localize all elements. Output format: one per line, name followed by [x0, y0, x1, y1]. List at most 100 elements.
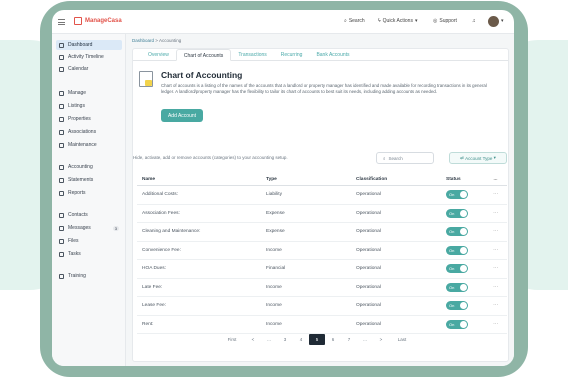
status-cell: On [446, 264, 484, 274]
sidebar-item-label: Training [68, 273, 86, 279]
sidebar-item-tasks[interactable]: Tasks [56, 249, 122, 259]
tab-chart-of-accounts[interactable]: Chart of Accounts [175, 49, 232, 61]
more-options-icon[interactable]: ⋯ [484, 248, 507, 253]
account-name: Lease Fee: [142, 303, 167, 309]
sidebar-item-maintenance[interactable]: Maintenance [56, 140, 122, 150]
sidebar-item-files[interactable]: Files [56, 236, 122, 246]
more-options-icon[interactable]: ⋯ [484, 303, 507, 308]
sidebar-item-contacts[interactable]: Contacts [56, 210, 122, 220]
pagination-item[interactable]: 7 [341, 334, 357, 345]
status-toggle[interactable]: On [446, 245, 468, 255]
column-header-type[interactable]: Type [266, 177, 356, 182]
more-options-icon[interactable]: ⋯ [484, 192, 507, 197]
grid-icon [59, 42, 64, 48]
pagination-item[interactable]: 6 [325, 334, 341, 345]
status-toggle[interactable]: On [446, 301, 468, 311]
sidebar-item-messages[interactable]: Messages 3 [56, 223, 122, 233]
account-classification: Operational [356, 303, 381, 309]
more-options-icon[interactable]: ⋯ [484, 285, 507, 290]
sidebar-item-calendar[interactable]: Calendar [56, 64, 122, 74]
sidebar-item-label: Files [68, 238, 79, 244]
account-type: Financial [266, 266, 286, 272]
sidebar-item-manage[interactable]: Manage [56, 88, 122, 98]
status-cell: On [446, 227, 484, 237]
sidebar-item-properties[interactable]: Properties [56, 114, 122, 124]
sidebar-item-label: Contacts [68, 212, 88, 218]
status-cell: On [446, 245, 484, 255]
bar-chart-icon [59, 190, 64, 196]
account-type-filter[interactable]: ⇌ Account Type ▾ [449, 152, 507, 164]
statement-icon [59, 177, 64, 183]
pagination-last[interactable]: Last [389, 334, 415, 345]
support-icon: ◎ [433, 18, 438, 24]
app-logo[interactable]: ManageCasa [74, 17, 122, 25]
table-row: Rent: Income Operational On ⋯ [137, 316, 507, 334]
toggle-label: On [449, 192, 455, 198]
more-options-icon[interactable]: ⋯ [484, 322, 507, 327]
tab-bank-accounts[interactable]: Bank Accounts [309, 49, 356, 61]
pagination-item[interactable]: > [373, 334, 389, 345]
menu-icon[interactable] [58, 19, 65, 25]
main-content: Dashboard > Accounting Overview Chart of… [126, 34, 514, 366]
pagination-item[interactable]: 3 [277, 334, 293, 345]
sidebar-item-label: Activity Timeline [68, 54, 104, 60]
sidebar-item-label: Reports [68, 190, 86, 196]
column-header-name[interactable]: Name [137, 177, 266, 182]
account-name: HOA Dues: [142, 266, 166, 272]
more-options-icon[interactable]: ⋯ [484, 266, 507, 271]
tab-overview[interactable]: Overview [141, 49, 176, 61]
table-row: HOA Dues: Financial Operational On ⋯ [137, 260, 507, 279]
pagination-first[interactable]: First [219, 334, 245, 345]
search-button[interactable]: ⌕ Search [344, 18, 365, 24]
sidebar-item-reports[interactable]: Reports [56, 188, 122, 198]
sidebar-item-label: Messages [68, 225, 91, 231]
breadcrumb-root[interactable]: Dashboard [132, 38, 154, 43]
status-toggle[interactable]: On [446, 227, 468, 237]
status-toggle[interactable]: On [446, 208, 468, 218]
sidebar-item-label: Properties [68, 116, 91, 122]
sidebar-item-accounting[interactable]: Accounting [56, 162, 122, 172]
sidebar-item-label: Maintenance [68, 142, 97, 148]
sidebar-item-dashboard[interactable]: Dashboard [56, 40, 122, 50]
tab-transactions[interactable]: Transactions [231, 49, 273, 61]
support-button[interactable]: ◎ Support [433, 18, 457, 24]
table-row: Additional Costs: Liability Operational On ⋯ [137, 186, 507, 205]
search-input[interactable]: ⌕ Search [376, 152, 434, 164]
toggle-label: On [449, 210, 455, 216]
chevron-down-icon[interactable]: ▾ [501, 18, 504, 24]
add-account-button[interactable]: Add Account [161, 109, 203, 122]
page-description: Chart of accounts is a listing of the na… [161, 83, 487, 94]
sidebar-item-associations[interactable]: Associations [56, 127, 122, 137]
notifications-icon[interactable]: ♫ [472, 18, 476, 24]
sidebar-item-listings[interactable]: Listings [56, 101, 122, 111]
message-icon [59, 225, 64, 231]
account-name: Additional Costs: [142, 192, 178, 198]
account-classification: Operational [356, 247, 381, 253]
pagination-item[interactable]: 4 [293, 334, 309, 345]
more-options-icon[interactable]: ⋯ [484, 211, 507, 216]
building-icon [59, 116, 64, 122]
more-options-icon[interactable]: ⋯ [484, 229, 507, 234]
account-name: Association Fees: [142, 210, 180, 216]
list-icon [59, 103, 64, 109]
tab-recurring[interactable]: Recurring [274, 49, 310, 61]
column-header-classification[interactable]: Classification [356, 177, 446, 182]
toggle-label: On [449, 266, 455, 272]
status-toggle[interactable]: On [446, 319, 468, 329]
account-classification: Operational [356, 266, 381, 272]
briefcase-icon [59, 90, 64, 96]
quick-actions-label: Quick Actions [382, 18, 413, 24]
sidebar-item-training[interactable]: Training [56, 271, 122, 281]
pagination-item[interactable]: 5 [309, 334, 325, 345]
pagination-item[interactable]: < [245, 334, 261, 345]
sidebar-item-statements[interactable]: Statements [56, 175, 122, 185]
status-cell: On [446, 208, 484, 218]
status-toggle[interactable]: On [446, 264, 468, 274]
avatar[interactable] [488, 16, 499, 27]
account-classification: Operational [356, 229, 381, 235]
status-toggle[interactable]: On [446, 282, 468, 292]
status-toggle[interactable]: On [446, 190, 468, 200]
column-header-status[interactable]: Status [446, 177, 484, 182]
sidebar-item-activity-timeline[interactable]: Activity Timeline [56, 52, 122, 62]
quick-actions-button[interactable]: ϟ Quick Actions ▾ [378, 18, 417, 24]
